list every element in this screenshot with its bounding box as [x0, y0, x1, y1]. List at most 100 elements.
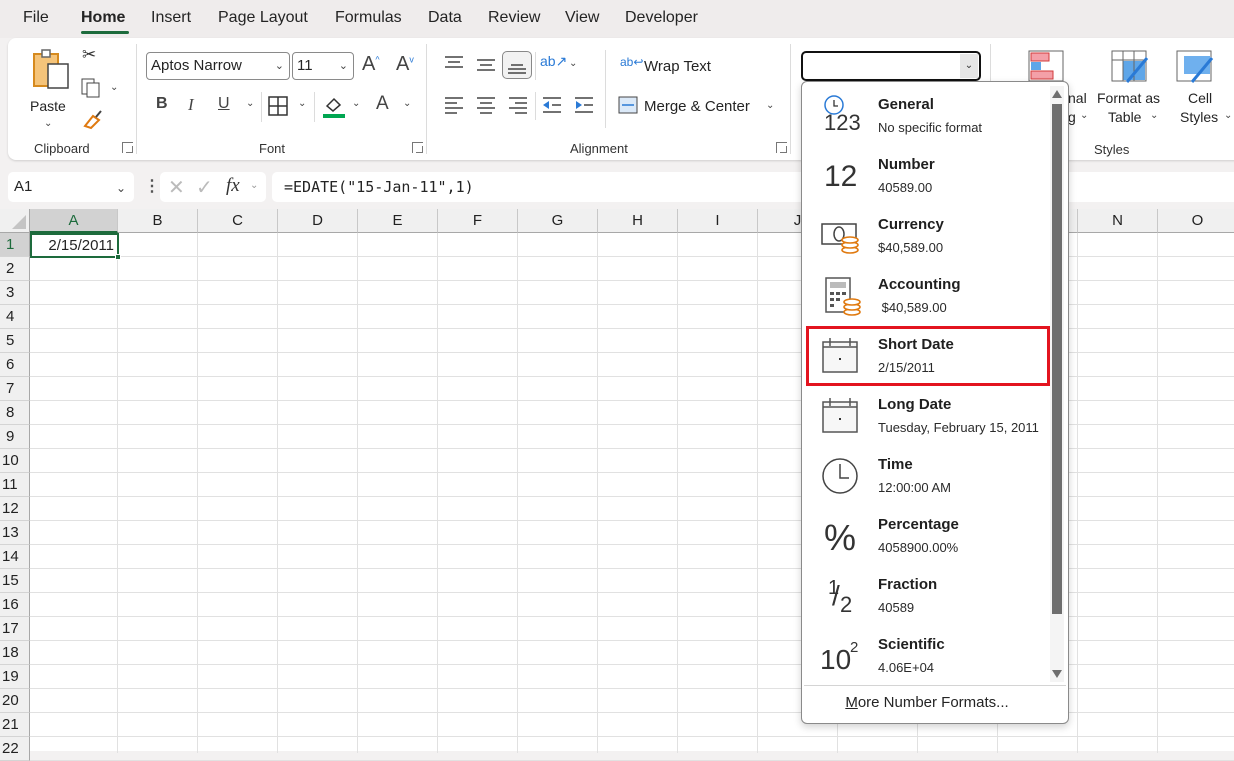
row-header-18[interactable]: 18: [0, 641, 30, 665]
clipboard-launcher-icon[interactable]: [122, 142, 133, 153]
row-header-14[interactable]: 14: [0, 545, 30, 569]
row-header-22[interactable]: 22: [0, 737, 30, 761]
row-header-9[interactable]: 9: [0, 425, 30, 449]
font-color-chevron-icon[interactable]: ⌄: [403, 98, 411, 109]
format-option-accounting[interactable]: Accounting $40,589.00: [806, 266, 1050, 326]
merge-center-button[interactable]: Merge & Center ⌄: [618, 94, 778, 118]
fill-handle[interactable]: [115, 254, 121, 260]
column-header-i[interactable]: I: [678, 209, 758, 233]
column-header-b[interactable]: B: [118, 209, 198, 233]
row-header-8[interactable]: 8: [0, 401, 30, 425]
column-header-e[interactable]: E: [358, 209, 438, 233]
tab-review[interactable]: Review: [488, 9, 540, 27]
copy-icon[interactable]: [81, 78, 103, 98]
bottom-align-button[interactable]: [502, 51, 532, 79]
column-header-a[interactable]: A: [30, 209, 118, 233]
orientation-chevron-icon[interactable]: ⌄: [569, 58, 577, 69]
column-header-n[interactable]: N: [1078, 209, 1158, 233]
wrap-text-button[interactable]: ab↩ Wrap Text: [620, 54, 740, 78]
row-header-1[interactable]: 1: [0, 233, 30, 257]
cell-styles-button[interactable]: Cell Styles ⌄: [1168, 46, 1232, 130]
confirm-entry-icon[interactable]: ✓: [196, 175, 213, 200]
borders-chevron-icon[interactable]: ⌄: [298, 98, 306, 109]
cut-icon[interactable]: ✂: [82, 46, 96, 63]
fill-color-icon[interactable]: [322, 94, 346, 118]
more-options-icon[interactable]: ⋮: [144, 176, 160, 196]
tab-view[interactable]: View: [565, 9, 599, 27]
decrease-indent-icon[interactable]: [542, 96, 562, 114]
row-header-3[interactable]: 3: [0, 281, 30, 305]
format-option-percentage[interactable]: % Percentage 4058900.00%: [806, 506, 1050, 566]
column-header-c[interactable]: C: [198, 209, 278, 233]
dropdown-scrollbar[interactable]: [1050, 86, 1064, 682]
row-header-13[interactable]: 13: [0, 521, 30, 545]
scroll-up-icon[interactable]: [1052, 90, 1062, 98]
row-header-15[interactable]: 15: [0, 569, 30, 593]
copy-chevron-icon[interactable]: ⌄: [110, 82, 118, 93]
tab-data[interactable]: Data: [428, 9, 462, 27]
format-option-fraction[interactable]: 1/2 Fraction 40589: [806, 566, 1050, 626]
name-box[interactable]: A1 ⌄: [8, 172, 134, 202]
format-option-short-date[interactable]: Short Date 2/15/2011: [806, 326, 1050, 386]
conditional-formatting-icon[interactable]: [1028, 50, 1064, 82]
borders-icon[interactable]: [268, 96, 288, 116]
shrink-font-button[interactable]: Av: [396, 54, 414, 74]
number-format-dropdown-button[interactable]: ⌄: [960, 54, 978, 78]
font-color-button[interactable]: A: [376, 94, 389, 113]
italic-button[interactable]: I: [188, 96, 194, 113]
active-cell-a1[interactable]: 2/15/2011: [30, 233, 121, 260]
tab-insert[interactable]: Insert: [151, 9, 191, 27]
format-as-table-button[interactable]: Format as Table ⌄: [1094, 46, 1166, 130]
paste-button[interactable]: Paste ⌄: [28, 46, 76, 129]
middle-align-icon[interactable]: [476, 57, 496, 73]
row-header-5[interactable]: 5: [0, 329, 30, 353]
alignment-launcher-icon[interactable]: [776, 142, 787, 153]
scroll-down-icon[interactable]: [1052, 670, 1062, 678]
row-header-20[interactable]: 20: [0, 689, 30, 713]
row-header-6[interactable]: 6: [0, 353, 30, 377]
row-header-16[interactable]: 16: [0, 593, 30, 617]
bold-button[interactable]: B: [156, 96, 168, 112]
top-align-icon[interactable]: [444, 55, 464, 71]
column-header-o[interactable]: O: [1158, 209, 1234, 233]
column-header-d[interactable]: D: [278, 209, 358, 233]
format-option-number[interactable]: 12 Number 40589.00: [806, 146, 1050, 206]
row-header-10[interactable]: 10: [0, 449, 30, 473]
row-header-7[interactable]: 7: [0, 377, 30, 401]
font-launcher-icon[interactable]: [412, 142, 423, 153]
select-all-button[interactable]: [0, 209, 30, 233]
column-header-f[interactable]: F: [438, 209, 518, 233]
tab-developer[interactable]: Developer: [625, 9, 698, 27]
more-number-formats-link[interactable]: More Number Formats...: [802, 694, 1052, 711]
format-option-long-date[interactable]: Long Date Tuesday, February 15, 2011: [806, 386, 1050, 446]
fill-color-chevron-icon[interactable]: ⌄: [352, 98, 360, 109]
tab-formulas[interactable]: Formulas: [335, 9, 402, 27]
format-option-general[interactable]: 123 General No specific format: [806, 86, 1050, 146]
align-center-icon[interactable]: [476, 96, 496, 114]
underline-chevron-icon[interactable]: ⌄: [246, 98, 254, 109]
format-painter-icon[interactable]: [81, 108, 103, 130]
row-header-19[interactable]: 19: [0, 665, 30, 689]
font-size-combo[interactable]: 11 ⌄: [292, 52, 354, 80]
scrollbar-thumb[interactable]: [1052, 104, 1062, 614]
format-option-currency[interactable]: Currency $40,589.00: [806, 206, 1050, 266]
row-header-11[interactable]: 11: [0, 473, 30, 497]
row-header-4[interactable]: 4: [0, 305, 30, 329]
underline-button[interactable]: U: [218, 96, 230, 112]
row-header-17[interactable]: 17: [0, 617, 30, 641]
align-right-icon[interactable]: [508, 96, 528, 114]
orientation-icon[interactable]: ab↗: [540, 54, 567, 68]
cancel-entry-icon[interactable]: ✕: [168, 175, 185, 200]
row-header-2[interactable]: 2: [0, 257, 30, 281]
grow-font-button[interactable]: A^: [362, 54, 380, 74]
number-format-combo[interactable]: ⌄: [801, 51, 981, 81]
chevron-down-icon[interactable]: ⌄: [250, 180, 258, 191]
column-header-g[interactable]: G: [518, 209, 598, 233]
tab-page-layout[interactable]: Page Layout: [218, 9, 308, 27]
font-name-combo[interactable]: Aptos Narrow ⌄: [146, 52, 290, 80]
row-header-21[interactable]: 21: [0, 713, 30, 737]
row-header-12[interactable]: 12: [0, 497, 30, 521]
increase-indent-icon[interactable]: [574, 96, 594, 114]
align-left-icon[interactable]: [444, 96, 464, 114]
tab-file[interactable]: File: [23, 9, 49, 27]
